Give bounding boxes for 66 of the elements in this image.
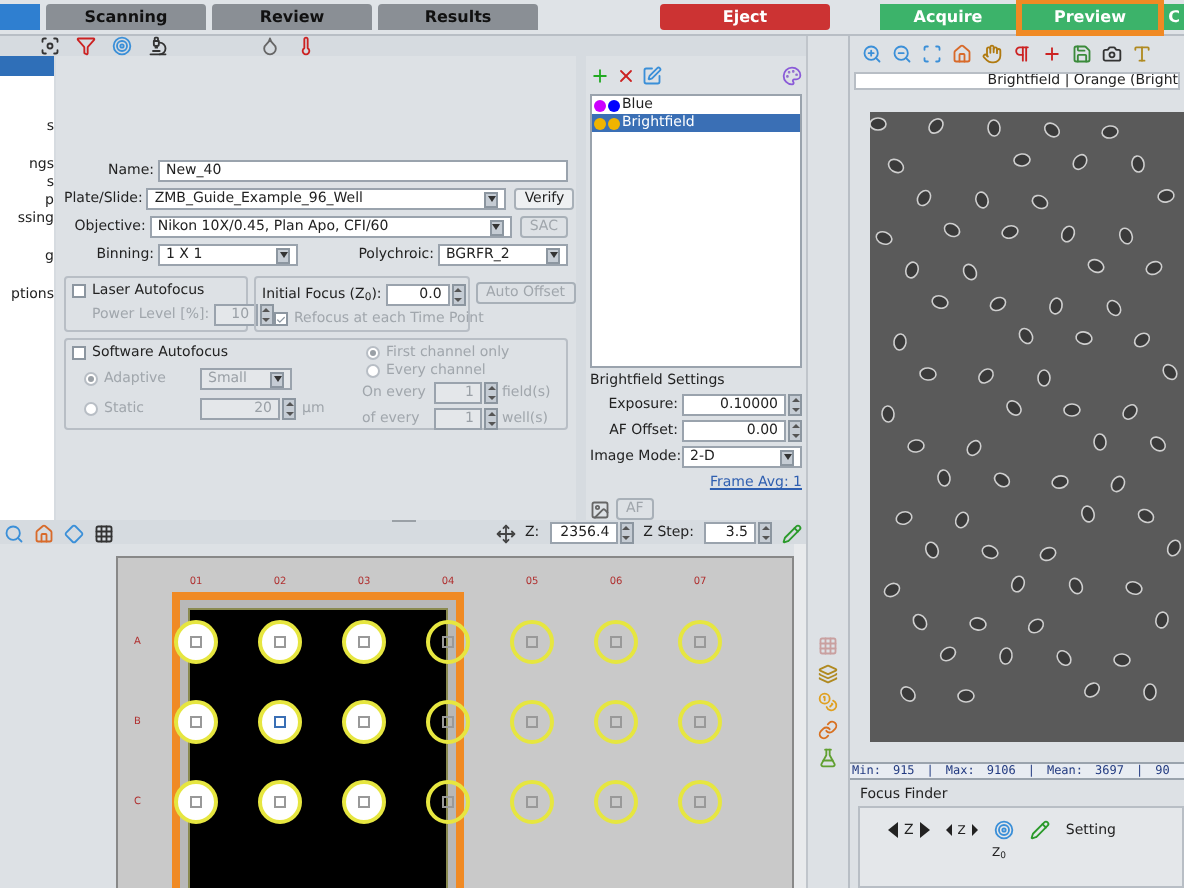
dropdown-arrow-icon — [780, 449, 794, 465]
delete-icon[interactable] — [616, 66, 636, 86]
zoom-in-icon[interactable] — [862, 44, 882, 64]
text-icon[interactable] — [1132, 44, 1152, 64]
spinner-icon[interactable] — [259, 304, 274, 326]
dropdown-arrow-icon — [546, 247, 560, 263]
spinner-icon[interactable] — [484, 382, 498, 404]
dropdown-arrow-icon — [489, 219, 504, 235]
fit-icon[interactable] — [922, 44, 942, 64]
pencil-icon[interactable] — [782, 523, 802, 543]
spinner-icon[interactable] — [484, 408, 498, 430]
well — [678, 780, 722, 824]
coin-icon[interactable] — [818, 692, 838, 712]
well — [426, 700, 470, 744]
tab[interactable]: Review — [212, 4, 372, 30]
dropdown-arrow-icon — [276, 247, 290, 263]
well — [510, 700, 554, 744]
navigation-icon[interactable] — [495, 523, 516, 543]
target-icon[interactable] — [993, 820, 1014, 841]
well — [594, 780, 638, 824]
camera-icon[interactable] — [1102, 44, 1122, 64]
image-icon[interactable] — [590, 499, 610, 519]
save-icon[interactable] — [1072, 44, 1092, 64]
drop-icon[interactable] — [260, 36, 280, 56]
crosshair-icon[interactable] — [1042, 44, 1062, 64]
radio-button[interactable] — [366, 346, 380, 360]
layer-icon[interactable] — [818, 664, 838, 684]
radio-button[interactable] — [84, 402, 98, 416]
spinner-icon[interactable] — [788, 420, 802, 442]
add-icon[interactable] — [590, 66, 610, 86]
zoom-icon[interactable] — [4, 523, 24, 543]
well — [594, 700, 638, 744]
spinner-icon[interactable] — [788, 394, 802, 416]
spinner-icon[interactable] — [282, 398, 296, 420]
spinner-icon[interactable] — [619, 522, 634, 544]
zoom-out-icon[interactable] — [892, 44, 912, 64]
well — [426, 780, 470, 824]
home-icon[interactable] — [952, 44, 972, 64]
edit-icon[interactable] — [642, 66, 662, 86]
home-icon[interactable] — [34, 523, 54, 543]
palette-icon[interactable] — [782, 66, 802, 86]
dropdown-arrow-icon — [484, 191, 499, 207]
spinner-icon[interactable] — [451, 284, 466, 306]
checkbox[interactable] — [72, 346, 86, 360]
link-icon[interactable] — [818, 720, 838, 740]
pencil-icon[interactable] — [1029, 820, 1050, 841]
checkbox[interactable] — [72, 284, 86, 298]
radio-button[interactable] — [84, 372, 98, 386]
tab[interactable]: Results — [378, 4, 538, 30]
spinner-icon[interactable] — [758, 522, 772, 544]
well — [678, 700, 722, 744]
focus-icon[interactable] — [40, 36, 60, 56]
target-icon[interactable] — [112, 36, 132, 56]
marker-icon[interactable] — [1012, 44, 1032, 64]
flask-icon[interactable] — [818, 748, 838, 768]
hand-icon[interactable] — [982, 44, 1002, 64]
dropdown-arrow-icon — [270, 371, 284, 387]
well — [510, 780, 554, 824]
checkbox[interactable] — [274, 312, 288, 326]
tab[interactable]: Scanning — [46, 4, 206, 30]
radio-button[interactable] — [366, 364, 380, 378]
stage-icon[interactable] — [64, 523, 84, 543]
microscope-icon[interactable] — [148, 36, 168, 56]
eject-button[interactable]: Eject — [660, 4, 830, 30]
thermometer-icon[interactable] — [296, 36, 316, 56]
grid-icon[interactable] — [94, 523, 114, 543]
